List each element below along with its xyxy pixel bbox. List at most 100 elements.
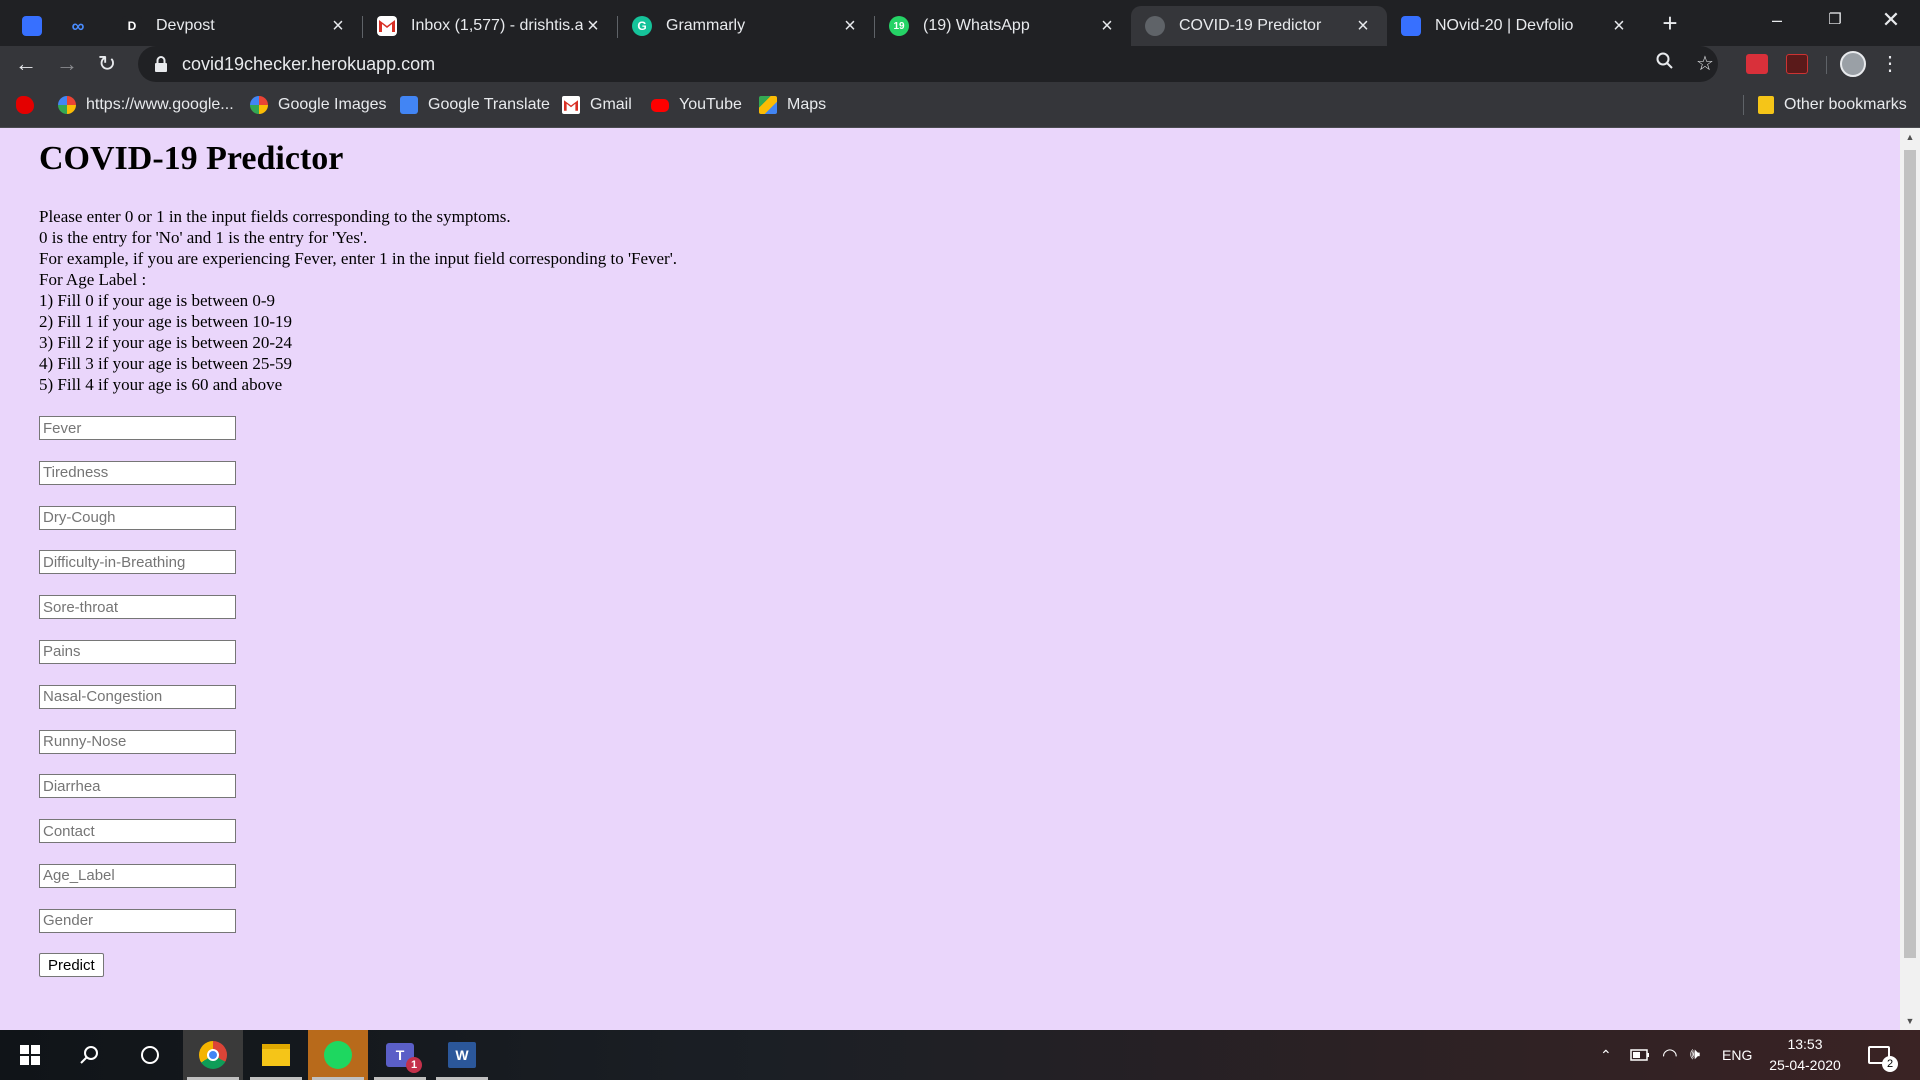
language-indicator[interactable]: ENG [1722,1030,1752,1080]
file-explorer-taskbar-icon[interactable] [246,1030,306,1080]
prediction-form [39,416,236,954]
minimize-button[interactable]: – [1748,0,1806,40]
nasal-congestion-input[interactable] [39,684,236,709]
restore-button[interactable]: ❐ [1806,0,1864,40]
battery-icon[interactable] [1630,1030,1650,1080]
volume-icon[interactable]: 🕪 [1690,1030,1700,1080]
bookmark-google[interactable]: https://www.google... [58,93,234,117]
tab-title: COVID-19 Predictor [1179,17,1322,34]
maps-icon [759,96,777,114]
notification-badge: 1 [406,1057,422,1073]
instruction-line: 3) Fill 2 if your age is between 20-24 [39,333,293,352]
new-tab-button[interactable]: + [1655,8,1685,38]
word-icon: W [448,1042,476,1068]
instruction-line: For Age Label : [39,270,147,289]
bookmark-label: YouTube [679,96,742,113]
bookmarks-divider [1743,95,1744,115]
difficulty-breathing-input[interactable] [39,550,236,575]
tab-strip: ∞ D Devpost × Inbox (1,577) - drishtis.a… [0,0,1920,46]
instruction-line: Please enter 0 or 1 in the input fields … [39,207,511,226]
bookmark-google-translate[interactable]: Google Translate [400,93,550,117]
tab-title: NOvid-20 | Devfolio [1435,17,1574,34]
toolbar-divider [1826,56,1827,74]
tab-gmail[interactable]: Inbox (1,577) - drishtis.aga × [363,6,617,46]
browser-toolbar: ← → ↻ covid19checker.herokuapp.com ☆ ⋮ [0,46,1920,82]
dry-cough-input[interactable] [39,505,236,530]
close-window-button[interactable]: ✕ [1862,0,1920,40]
sore-throat-input[interactable] [39,595,236,620]
word-taskbar-icon[interactable]: W [432,1030,492,1080]
reload-button[interactable]: ↻ [91,48,123,80]
bookmark-label: Google Images [278,96,387,113]
bookmark-star-icon[interactable]: ☆ [1691,50,1719,78]
bookmark-youtube[interactable]: YouTube [651,93,742,117]
system-clock[interactable]: 13:53 25-04-2020 [1755,1034,1855,1076]
close-tab-icon[interactable]: × [840,15,860,38]
chrome-taskbar-icon[interactable] [183,1030,243,1080]
diarrhea-input[interactable] [39,774,236,799]
contact-input[interactable] [39,819,236,844]
close-tab-icon[interactable]: × [1353,15,1373,38]
instruction-line: 4) Fill 3 if your age is between 25-59 [39,354,293,373]
pocket-extension-icon[interactable] [1746,54,1768,74]
cortana-icon[interactable] [120,1030,180,1080]
scroll-down-icon[interactable]: ▼ [1900,1012,1920,1030]
bookmark-label: Other bookmarks [1784,96,1907,113]
menu-icon[interactable]: ⋮ [1880,50,1900,78]
teams-icon: T 1 [386,1043,422,1073]
globe-icon [1145,16,1165,36]
spotify-taskbar-icon[interactable] [308,1030,368,1080]
tab-title: Grammarly [666,17,746,34]
windows-start-icon[interactable] [0,1030,60,1080]
gmail-icon [562,96,580,114]
back-button[interactable]: ← [10,48,42,80]
tab-pinned-2[interactable]: ∞ [56,6,106,46]
bookmark-google-images[interactable]: Google Images [250,93,387,117]
forward-button[interactable]: → [51,48,83,80]
zoom-icon[interactable] [1651,50,1679,78]
bookmark-airtel[interactable] [16,93,34,117]
scrollbar-thumb[interactable] [1904,150,1916,958]
runny-nose-input[interactable] [39,729,236,754]
tab-devfolio[interactable]: NOvid-20 | Devfolio × [1387,6,1643,46]
folder-icon [262,1044,290,1066]
instruction-line: 2) Fill 1 if your age is between 10-19 [39,312,293,331]
close-tab-icon[interactable]: × [1609,15,1629,38]
bookmark-maps[interactable]: Maps [759,93,826,117]
instruction-line: 1) Fill 0 if your age is between 0-9 [39,291,276,310]
page-scrollbar[interactable]: ▲ ▼ [1900,128,1920,1030]
address-bar[interactable]: covid19checker.herokuapp.com [138,46,1718,82]
youtube-icon [651,98,669,112]
tiredness-input[interactable] [39,460,236,485]
bookmark-label: Gmail [590,96,632,113]
teams-taskbar-icon[interactable]: T 1 [370,1030,430,1080]
tab-grammarly[interactable]: G Grammarly × [618,6,874,46]
clock-date: 25-04-2020 [1769,1057,1841,1073]
pdf-extension-icon[interactable] [1786,54,1808,74]
tab-pinned-1[interactable] [12,6,52,46]
age-label-input[interactable] [39,863,236,888]
tab-covid-predictor[interactable]: COVID-19 Predictor × [1131,6,1387,46]
windows-taskbar: T 1 W ⌃ ◠ 🕪 ENG 13:53 25-04-2020 2 [0,1030,1920,1080]
scroll-up-icon[interactable]: ▲ [1900,128,1920,146]
tab-whatsapp[interactable]: 19 (19) WhatsApp × [875,6,1131,46]
action-center-icon[interactable]: 2 [1868,1030,1898,1080]
notification-count: 2 [1882,1056,1898,1072]
bookmark-gmail[interactable]: Gmail [562,93,632,117]
bookmark-other[interactable]: Other bookmarks [1758,93,1907,117]
spotify-icon [324,1041,352,1069]
close-tab-icon[interactable]: × [328,15,348,38]
fever-input[interactable] [39,416,236,440]
profile-avatar[interactable] [1840,51,1866,77]
wifi-icon[interactable]: ◠ [1662,1030,1678,1080]
tab-devpost[interactable]: D Devpost × [108,6,362,46]
show-hidden-icons[interactable]: ⌃ [1600,1030,1612,1080]
close-tab-icon[interactable]: × [1097,15,1117,38]
clock-time: 13:53 [1787,1036,1823,1052]
pains-input[interactable] [39,639,236,664]
search-icon[interactable] [60,1030,120,1080]
close-tab-icon[interactable]: × [583,15,603,38]
chrome-icon [199,1041,227,1069]
predict-button[interactable]: Predict [39,953,104,977]
gender-input[interactable] [39,908,236,933]
